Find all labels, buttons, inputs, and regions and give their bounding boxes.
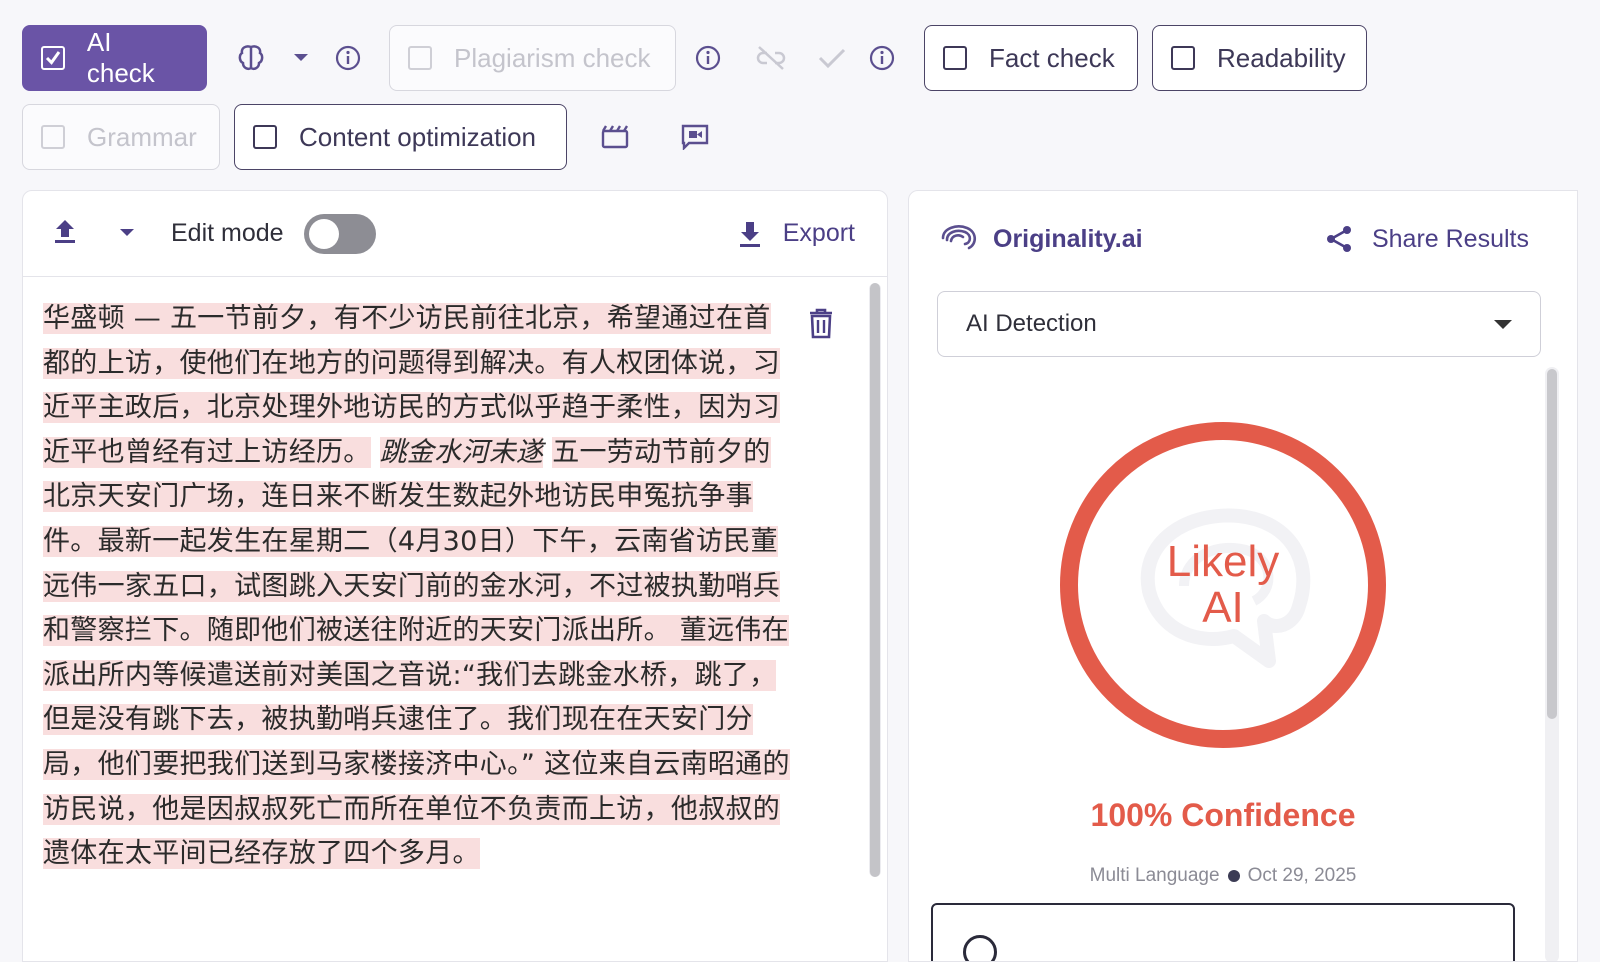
circle-icon: [963, 935, 997, 961]
grammar-button[interactable]: Grammar: [22, 104, 220, 170]
separator-dot: [1227, 870, 1240, 882]
editor-header: Edit mode Export: [23, 191, 887, 277]
checkbox-icon: [41, 125, 65, 149]
verdict-text: Likely AI: [1059, 421, 1387, 749]
highlighted-text: 五一劳动节前夕的北京天安门广场，连日来不断发生数起外地访民申冤抗争事件。最新一起…: [43, 436, 790, 870]
language-label: Multi Language: [1089, 865, 1220, 886]
brand-name: Originality.ai: [993, 224, 1143, 253]
upload-icon[interactable]: [51, 217, 79, 250]
content-optimization-button[interactable]: Content optimization: [234, 104, 567, 170]
results-panel: Originality.ai Share Results AI Detectio…: [908, 190, 1578, 962]
article-paragraph: 华盛顿 — 五一节前夕，有不少访民前往北京，希望通过在首都的上访，使他们在地方的…: [43, 297, 795, 877]
ai-check-button[interactable]: AI check: [22, 25, 207, 91]
verdict-line-2: AI: [1202, 583, 1244, 632]
readability-label: Readability: [1217, 42, 1346, 73]
edit-mode-toggle[interactable]: [303, 213, 376, 254]
scan-meta: Multi Language Oct 29, 2025: [909, 865, 1537, 887]
editor-panel: Edit mode Export 华盛顿 — 五一节前夕，有不少访民前往北京，希…: [22, 190, 888, 962]
scrollbar-thumb[interactable]: [1547, 369, 1557, 719]
plagiarism-check-button[interactable]: Plagiarism check: [389, 25, 676, 91]
toggle-knob: [308, 218, 339, 249]
checkbox-icon: [253, 125, 277, 149]
checkbox-icon: [943, 46, 967, 70]
fact-check-label: Fact check: [989, 42, 1115, 73]
brain-icon[interactable]: [223, 30, 279, 86]
toolbar-row-1: AI check Plagiarism check Fact check Rea…: [22, 25, 1367, 91]
video-message-icon[interactable]: [665, 109, 725, 165]
checkbox-icon: [408, 46, 432, 70]
readability-button[interactable]: Readability: [1152, 25, 1367, 91]
verdict-line-1: Likely: [1166, 537, 1280, 586]
checkbox-checked-icon: [41, 46, 65, 70]
clapperboard-icon[interactable]: [585, 109, 645, 165]
chevron-down-icon[interactable]: [279, 30, 323, 86]
detection-type-select[interactable]: AI Detection: [937, 291, 1541, 357]
checkbox-icon: [1171, 46, 1195, 70]
trash-icon[interactable]: [807, 307, 835, 344]
export-button[interactable]: Export: [737, 219, 855, 248]
unlink-icon[interactable]: [740, 30, 802, 86]
edit-mode-label: Edit mode: [171, 219, 284, 247]
results-scrollbar[interactable]: [1545, 367, 1559, 961]
fact-check-button[interactable]: Fact check: [924, 25, 1138, 91]
plagiarism-check-label: Plagiarism check: [454, 42, 651, 73]
info-icon[interactable]: [862, 30, 902, 86]
grammar-label: Grammar: [87, 121, 197, 152]
result-details-card[interactable]: [931, 903, 1515, 961]
share-results-label: Share Results: [1371, 224, 1529, 253]
results-header: Originality.ai Share Results: [909, 191, 1577, 287]
info-icon[interactable]: [323, 30, 373, 86]
scrollbar-thumb[interactable]: [870, 283, 880, 877]
share-icon: [1326, 226, 1351, 252]
ai-result-gauge: Likely AI: [1059, 421, 1387, 749]
brain-logo-icon: [941, 225, 977, 250]
share-results-button[interactable]: Share Results: [1324, 224, 1529, 254]
brand-logo: Originality.ai: [937, 222, 1143, 256]
content-optimization-label: Content optimization: [299, 121, 537, 152]
confidence-score: 100% Confidence: [1090, 797, 1356, 833]
chevron-down-icon[interactable]: [119, 225, 135, 243]
detection-type-value: AI Detection: [966, 310, 1097, 337]
ai-check-label: AI check: [86, 27, 155, 88]
scan-date: Oct 29, 2025: [1247, 865, 1357, 886]
toolbar-row-2: Grammar Content optimization: [22, 104, 725, 170]
export-label: Export: [782, 219, 855, 247]
editor-scrollbar[interactable]: [869, 283, 881, 877]
editor-text-area[interactable]: 华盛顿 — 五一节前夕，有不少访民前往北京，希望通过在首都的上访，使他们在地方的…: [23, 277, 863, 961]
caret-down-icon: [1494, 319, 1512, 329]
subheading-text: 跳金水河未遂: [379, 436, 544, 468]
info-icon[interactable]: [676, 30, 740, 86]
checkmark-icon[interactable]: [802, 30, 862, 86]
